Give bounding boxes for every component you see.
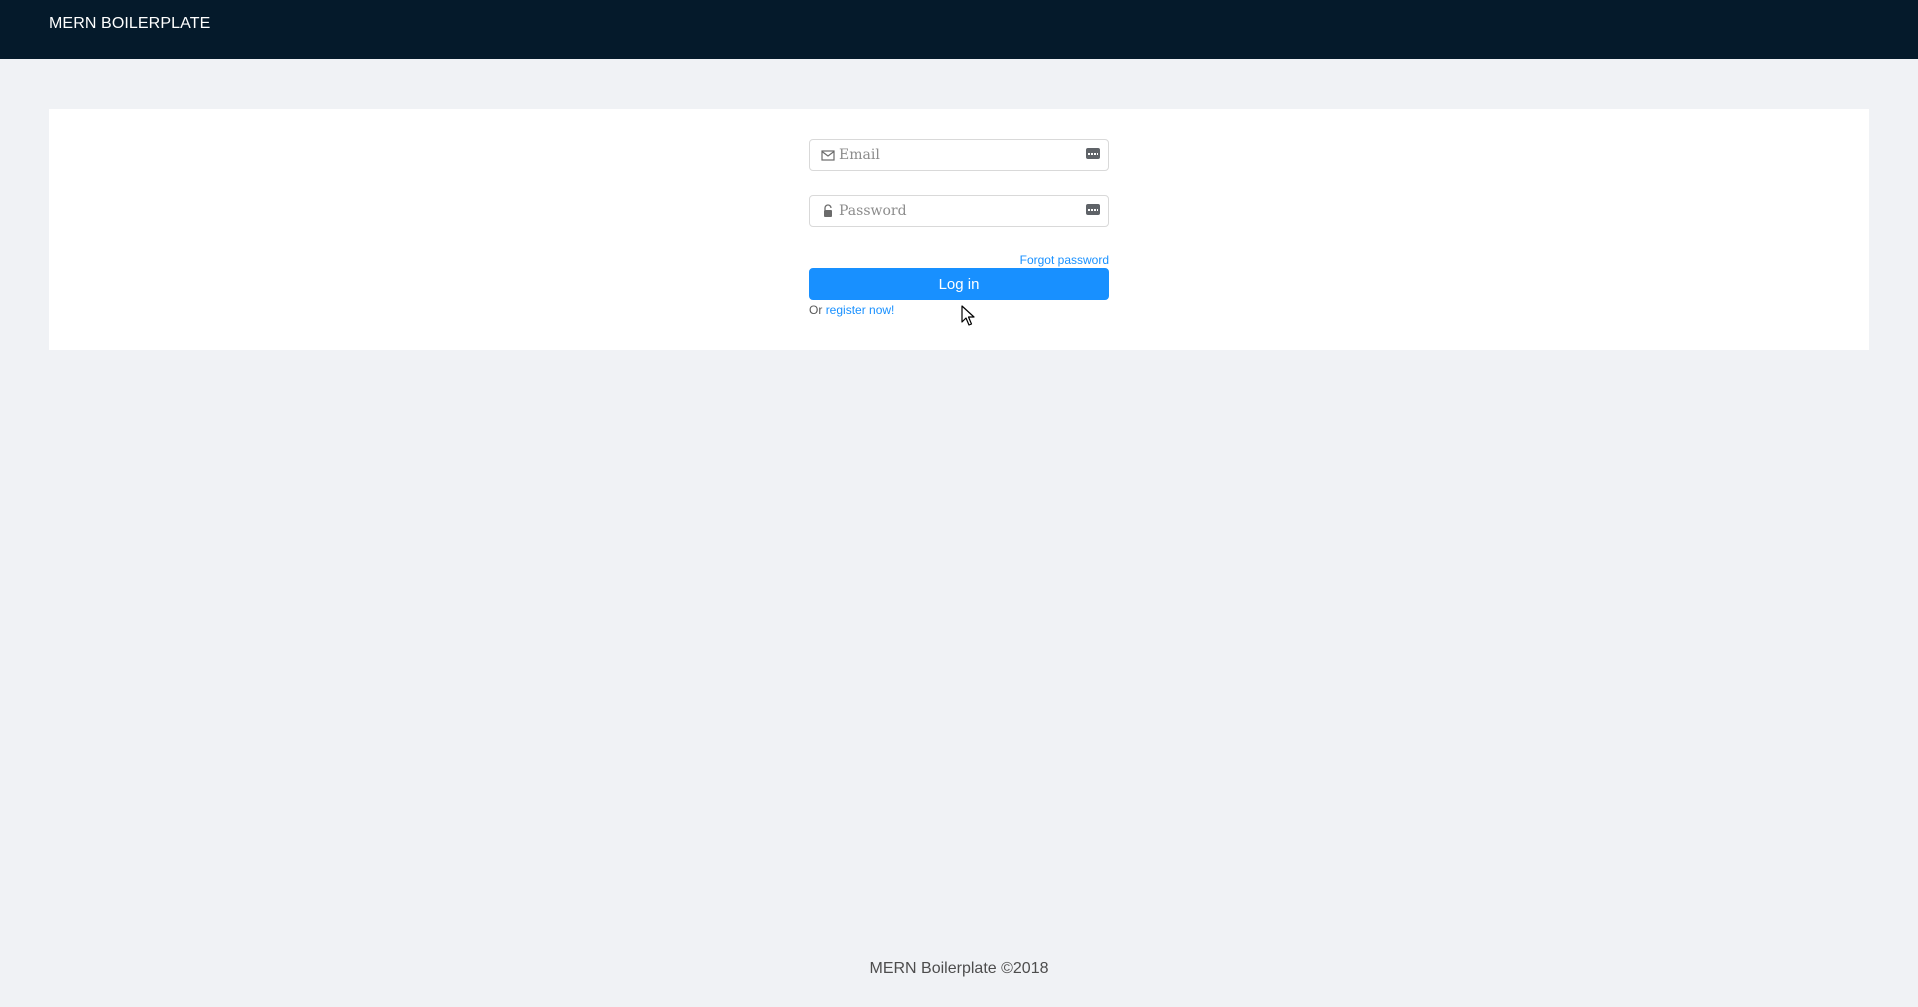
email-field-wrapper[interactable] [809,139,1109,171]
email-input[interactable] [839,140,1069,170]
autofill-key-icon[interactable] [1086,204,1100,215]
register-row: Or register now! [809,303,1109,317]
register-link[interactable]: register now! [826,303,895,317]
register-prefix: Or [809,303,823,317]
mouse-cursor-icon [961,305,975,326]
lock-icon [824,204,832,217]
mail-icon [821,150,835,161]
autofill-key-icon[interactable] [1086,148,1100,159]
forgot-password-link[interactable]: Forgot password [1020,253,1109,267]
password-input[interactable] [839,196,1069,226]
brand-title: MERN BOILERPLATE [49,15,211,32]
forgot-password-row: Forgot password [809,251,1109,267]
top-header: MERN BOILERPLATE [0,0,1918,59]
login-button[interactable]: Log in [809,268,1109,300]
password-field-wrapper[interactable] [809,195,1109,227]
footer-text: MERN Boilerplate ©2018 [869,960,1049,977]
login-form: Forgot password Log in Or register now! [809,139,1109,317]
